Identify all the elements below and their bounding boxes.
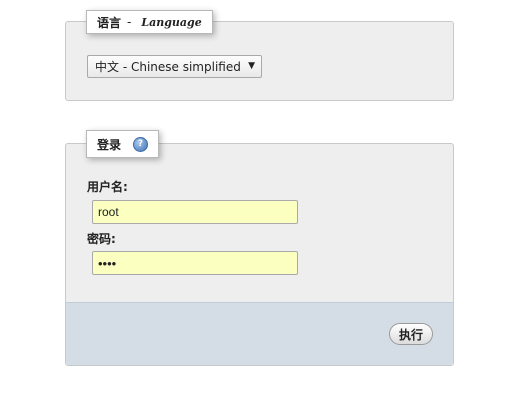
- language-select-value: 中文 - Chinese simplified: [95, 60, 241, 74]
- login-legend: 登录 ?: [86, 130, 160, 158]
- language-legend-cn: 语言: [97, 15, 122, 30]
- language-legend: 语言 - Language: [86, 10, 213, 34]
- language-select[interactable]: 中文 - Chinese simplified ▼: [87, 55, 262, 78]
- submit-button[interactable]: 执行: [388, 323, 433, 345]
- language-fieldset: 语言 - Language 中文 - Chinese simplified ▼: [65, 10, 454, 101]
- login-legend-label: 登录: [97, 137, 122, 152]
- password-value: ••••: [98, 255, 117, 271]
- form-footer: 执行: [66, 302, 453, 365]
- username-input[interactable]: root: [92, 200, 298, 224]
- help-icon[interactable]: ?: [133, 136, 149, 152]
- username-label: 用户名:: [87, 180, 128, 194]
- username-value: root: [98, 205, 119, 219]
- language-legend-en: Language: [141, 15, 202, 29]
- login-fieldset: 登录 ? 用户名: root 密码: •••• 执行: [65, 130, 454, 366]
- password-label: 密码:: [87, 232, 116, 246]
- chevron-down-icon: ▼: [248, 61, 255, 71]
- password-input[interactable]: ••••: [92, 251, 298, 275]
- legend-separator: -: [127, 15, 132, 29]
